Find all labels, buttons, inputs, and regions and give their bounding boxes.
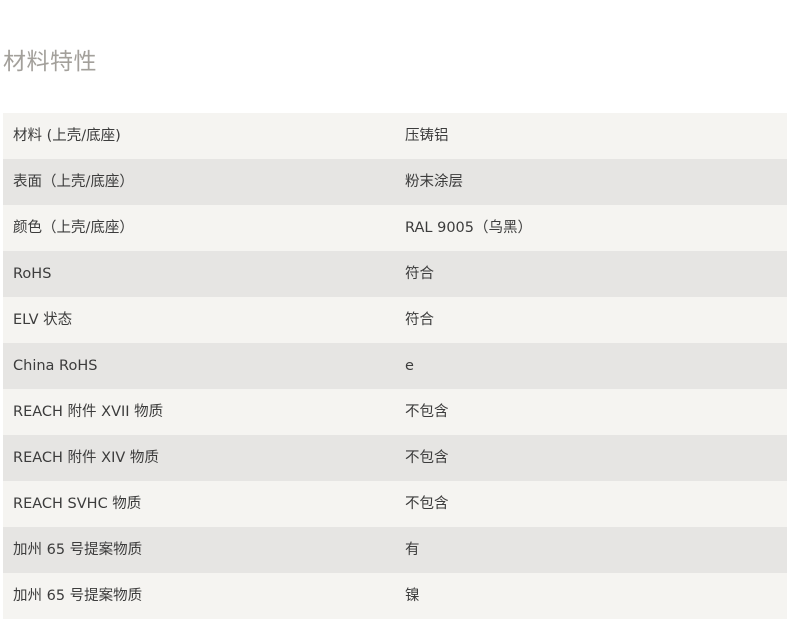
- property-label: REACH SVHC 物质: [3, 481, 395, 527]
- property-value: 粉末涂层: [395, 159, 787, 205]
- table-row: 表面（上壳/底座） 粉末涂层: [3, 159, 787, 205]
- property-label: 加州 65 号提案物质: [3, 527, 395, 573]
- property-label: ELV 状态: [3, 297, 395, 343]
- table-row: REACH 附件 XIV 物质 不包含: [3, 435, 787, 481]
- property-label: 材料 (上壳/底座): [3, 113, 395, 159]
- property-value: 有: [395, 527, 787, 573]
- table-row: ELV 状态 符合: [3, 297, 787, 343]
- table-row: REACH 附件 XVII 物质 不包含: [3, 389, 787, 435]
- property-label: REACH 附件 XVII 物质: [3, 389, 395, 435]
- property-value: 不包含: [395, 435, 787, 481]
- property-value: 压铸铝: [395, 113, 787, 159]
- property-label: 加州 65 号提案物质: [3, 573, 395, 619]
- property-label: China RoHS: [3, 343, 395, 389]
- table-row: 材料 (上壳/底座) 压铸铝: [3, 113, 787, 159]
- property-label: 颜色（上壳/底座）: [3, 205, 395, 251]
- property-label: 表面（上壳/底座）: [3, 159, 395, 205]
- table-row: REACH SVHC 物质 不包含: [3, 481, 787, 527]
- property-value: 符合: [395, 251, 787, 297]
- property-value: e: [395, 343, 787, 389]
- property-value: 不包含: [395, 481, 787, 527]
- property-value: 符合: [395, 297, 787, 343]
- section-title: 材料特性: [3, 49, 97, 75]
- table-row: 加州 65 号提案物质 有: [3, 527, 787, 573]
- property-label: RoHS: [3, 251, 395, 297]
- table-row: China RoHS e: [3, 343, 787, 389]
- property-value: RAL 9005（乌黑）: [395, 205, 787, 251]
- table-row: 颜色（上壳/底座） RAL 9005（乌黑）: [3, 205, 787, 251]
- property-value: 镍: [395, 573, 787, 619]
- property-value: 不包含: [395, 389, 787, 435]
- property-label: REACH 附件 XIV 物质: [3, 435, 395, 481]
- table-row: RoHS 符合: [3, 251, 787, 297]
- table-row: 加州 65 号提案物质 镍: [3, 573, 787, 619]
- material-properties-table: 材料 (上壳/底座) 压铸铝 表面（上壳/底座） 粉末涂层 颜色（上壳/底座） …: [3, 113, 787, 619]
